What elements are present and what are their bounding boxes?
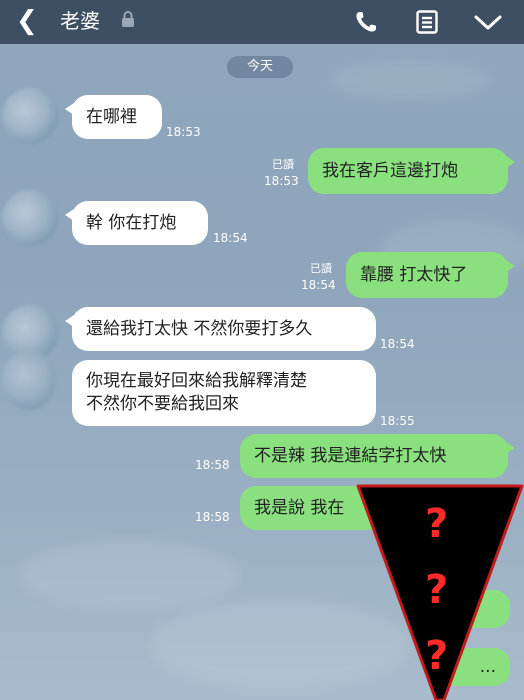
outgoing-message[interactable]: 靠腰 打太快了 <box>346 252 515 298</box>
read-receipt: 已讀 <box>310 262 332 275</box>
message-time: 18:53 <box>166 125 201 139</box>
incoming-message[interactable]: 你現在最好回來給我解釋清楚 不然你不要給我回來 <box>72 360 376 426</box>
message-line: 不然你不要給我回來 <box>86 394 239 414</box>
question-mark: ? <box>425 501 449 547</box>
chevron-down-icon[interactable] <box>468 0 508 44</box>
message-time: 18:55 <box>380 414 415 428</box>
date-separator: 今天 <box>227 56 293 78</box>
chat-title[interactable]: 老婆 <box>60 8 100 34</box>
message-line: 你現在最好回來給我解釋清楚 <box>86 371 307 391</box>
question-mark: ? <box>425 633 449 679</box>
notes-icon[interactable] <box>407 0 447 44</box>
chat-header: ❮ 老婆 <box>0 0 524 44</box>
message-time: 18:54 <box>380 337 415 351</box>
outgoing-message[interactable]: 不是辣 我是連結字打太快 <box>240 434 515 478</box>
phone-icon[interactable] <box>346 0 386 44</box>
message-time: 18:54 <box>213 231 248 245</box>
incoming-message[interactable]: 還給我打太快 不然你要打多久 <box>65 307 376 351</box>
message-time: 18:54 <box>301 278 336 292</box>
incoming-message[interactable]: 幹 你在打炮 <box>65 201 208 245</box>
message-time: 18:58 <box>195 458 230 472</box>
chevron-left-icon[interactable]: ❮ <box>16 6 38 36</box>
background-cloud <box>330 60 490 100</box>
question-mark: ? <box>425 567 449 613</box>
incoming-message[interactable]: 在哪裡 <box>65 95 162 139</box>
outgoing-message[interactable]: 我在客戶這邊打炮 <box>308 148 515 194</box>
message-time: 18:53 <box>264 174 299 188</box>
lock-icon <box>122 11 134 27</box>
background-cloud <box>20 540 240 610</box>
avatar[interactable] <box>2 88 58 144</box>
message-time: 18:58 <box>195 510 230 524</box>
avatar[interactable] <box>2 350 56 410</box>
avatar[interactable] <box>2 190 58 246</box>
read-receipt: 已讀 <box>272 158 294 171</box>
